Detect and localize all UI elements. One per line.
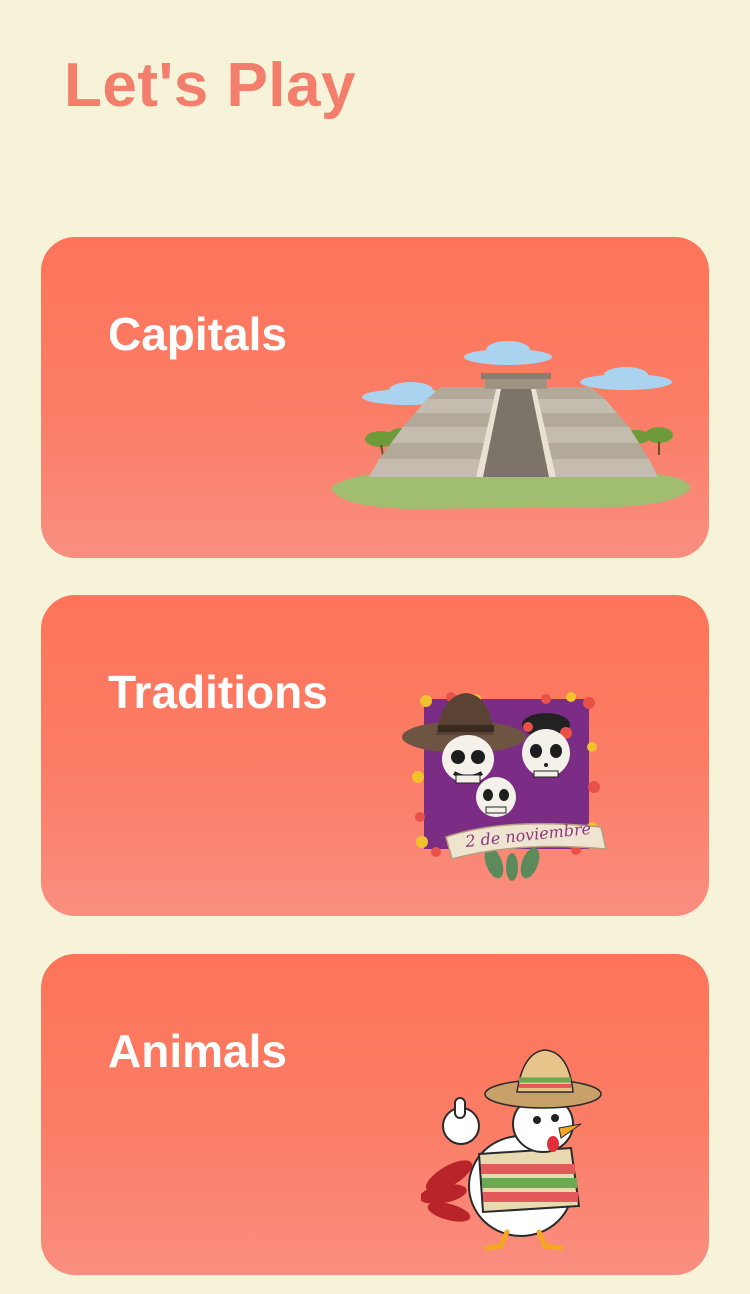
category-card-animals[interactable]: Animals — [41, 954, 709, 1275]
category-label-animals: Animals — [108, 1025, 287, 1077]
pyramid-icon — [331, 341, 691, 509]
rooster-icon — [421, 1049, 602, 1251]
page-title: Let's Play — [64, 51, 356, 120]
category-label-traditions: Traditions — [108, 666, 328, 718]
category-card-capitals[interactable]: Capitals — [41, 237, 709, 558]
category-label-capitals: Capitals — [108, 308, 287, 360]
category-card-traditions[interactable]: Traditions 2 de noviembre — [41, 595, 709, 916]
day-of-dead-icon: 2 de noviembre — [402, 692, 607, 881]
